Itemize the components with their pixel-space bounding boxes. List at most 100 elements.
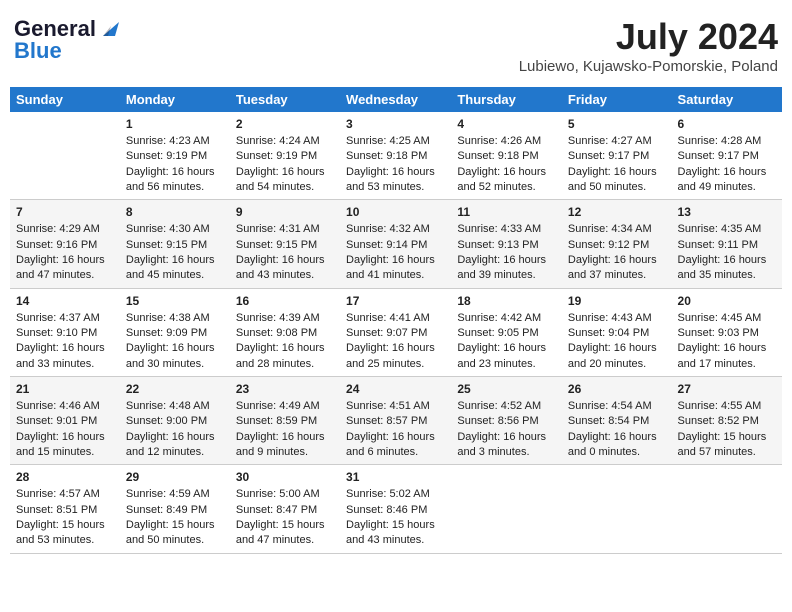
day-number: 31 bbox=[346, 469, 445, 486]
month-title: July 2024 bbox=[519, 16, 778, 58]
day-info: Sunrise: 4:54 AM bbox=[568, 399, 666, 414]
day-info: Sunrise: 4:24 AM bbox=[236, 134, 334, 149]
day-info: Sunrise: 4:48 AM bbox=[126, 399, 224, 414]
logo-bird-icon bbox=[97, 18, 119, 40]
day-number: 3 bbox=[346, 116, 445, 133]
day-info: Sunset: 8:47 PM bbox=[236, 503, 334, 518]
day-info: Sunset: 9:07 PM bbox=[346, 326, 445, 341]
calendar-cell: 12Sunrise: 4:34 AMSunset: 9:12 PMDayligh… bbox=[562, 200, 672, 288]
day-info: Daylight: 16 hours and 12 minutes. bbox=[126, 430, 224, 461]
day-info: Sunrise: 4:32 AM bbox=[346, 222, 445, 237]
day-info: Daylight: 16 hours and 15 minutes. bbox=[16, 430, 114, 461]
calendar-table: SundayMondayTuesdayWednesdayThursdayFrid… bbox=[10, 87, 782, 554]
calendar-cell: 10Sunrise: 4:32 AMSunset: 9:14 PMDayligh… bbox=[340, 200, 451, 288]
day-number: 27 bbox=[678, 381, 776, 398]
day-number: 10 bbox=[346, 204, 445, 221]
day-info: Daylight: 15 hours and 57 minutes. bbox=[678, 430, 776, 461]
day-info: Sunrise: 4:27 AM bbox=[568, 134, 666, 149]
day-info: Daylight: 16 hours and 3 minutes. bbox=[457, 430, 556, 461]
calendar-cell: 3Sunrise: 4:25 AMSunset: 9:18 PMDaylight… bbox=[340, 112, 451, 200]
day-number: 24 bbox=[346, 381, 445, 398]
calendar-cell bbox=[562, 465, 672, 553]
day-info: Daylight: 16 hours and 20 minutes. bbox=[568, 341, 666, 372]
day-number: 15 bbox=[126, 293, 224, 310]
calendar-cell: 2Sunrise: 4:24 AMSunset: 9:19 PMDaylight… bbox=[230, 112, 340, 200]
day-info: Daylight: 15 hours and 47 minutes. bbox=[236, 518, 334, 549]
day-info: Sunset: 8:59 PM bbox=[236, 414, 334, 429]
day-info: Sunset: 9:10 PM bbox=[16, 326, 114, 341]
day-info: Daylight: 16 hours and 56 minutes. bbox=[126, 165, 224, 196]
calendar-cell: 27Sunrise: 4:55 AMSunset: 8:52 PMDayligh… bbox=[672, 377, 782, 465]
day-number: 22 bbox=[126, 381, 224, 398]
day-info: Sunset: 8:56 PM bbox=[457, 414, 556, 429]
day-number: 6 bbox=[678, 116, 776, 133]
calendar-cell: 22Sunrise: 4:48 AMSunset: 9:00 PMDayligh… bbox=[120, 377, 230, 465]
day-info: Sunset: 9:14 PM bbox=[346, 238, 445, 253]
day-info: Sunrise: 5:02 AM bbox=[346, 487, 445, 502]
day-info: Sunrise: 4:42 AM bbox=[457, 311, 556, 326]
day-info: Sunset: 8:51 PM bbox=[16, 503, 114, 518]
calendar-cell: 24Sunrise: 4:51 AMSunset: 8:57 PMDayligh… bbox=[340, 377, 451, 465]
day-info: Daylight: 16 hours and 50 minutes. bbox=[568, 165, 666, 196]
calendar-cell: 5Sunrise: 4:27 AMSunset: 9:17 PMDaylight… bbox=[562, 112, 672, 200]
day-info: Sunrise: 4:46 AM bbox=[16, 399, 114, 414]
day-info: Daylight: 16 hours and 54 minutes. bbox=[236, 165, 334, 196]
day-number: 14 bbox=[16, 293, 114, 310]
day-header-wednesday: Wednesday bbox=[340, 87, 451, 112]
day-info: Daylight: 16 hours and 30 minutes. bbox=[126, 341, 224, 372]
day-info: Sunset: 9:19 PM bbox=[236, 149, 334, 164]
day-number: 28 bbox=[16, 469, 114, 486]
week-row-4: 21Sunrise: 4:46 AMSunset: 9:01 PMDayligh… bbox=[10, 377, 782, 465]
day-info: Sunrise: 4:35 AM bbox=[678, 222, 776, 237]
calendar-cell bbox=[672, 465, 782, 553]
day-info: Sunset: 9:15 PM bbox=[126, 238, 224, 253]
day-info: Sunrise: 4:52 AM bbox=[457, 399, 556, 414]
day-number: 11 bbox=[457, 204, 556, 221]
day-number: 13 bbox=[678, 204, 776, 221]
day-info: Sunset: 9:05 PM bbox=[457, 326, 556, 341]
day-info: Sunset: 8:57 PM bbox=[346, 414, 445, 429]
day-info: Sunrise: 4:51 AM bbox=[346, 399, 445, 414]
day-info: Sunrise: 4:39 AM bbox=[236, 311, 334, 326]
day-number: 9 bbox=[236, 204, 334, 221]
day-info: Sunset: 8:54 PM bbox=[568, 414, 666, 429]
calendar-cell: 15Sunrise: 4:38 AMSunset: 9:09 PMDayligh… bbox=[120, 288, 230, 376]
calendar-cell: 23Sunrise: 4:49 AMSunset: 8:59 PMDayligh… bbox=[230, 377, 340, 465]
calendar-cell: 26Sunrise: 4:54 AMSunset: 8:54 PMDayligh… bbox=[562, 377, 672, 465]
calendar-cell: 8Sunrise: 4:30 AMSunset: 9:15 PMDaylight… bbox=[120, 200, 230, 288]
logo-blue-text: Blue bbox=[14, 38, 62, 64]
day-info: Sunset: 9:17 PM bbox=[678, 149, 776, 164]
calendar-cell: 7Sunrise: 4:29 AMSunset: 9:16 PMDaylight… bbox=[10, 200, 120, 288]
day-number: 23 bbox=[236, 381, 334, 398]
day-info: Daylight: 15 hours and 43 minutes. bbox=[346, 518, 445, 549]
day-number: 2 bbox=[236, 116, 334, 133]
day-info: Sunset: 9:09 PM bbox=[126, 326, 224, 341]
day-info: Daylight: 16 hours and 6 minutes. bbox=[346, 430, 445, 461]
day-info: Sunset: 9:01 PM bbox=[16, 414, 114, 429]
week-row-2: 7Sunrise: 4:29 AMSunset: 9:16 PMDaylight… bbox=[10, 200, 782, 288]
calendar-cell: 9Sunrise: 4:31 AMSunset: 9:15 PMDaylight… bbox=[230, 200, 340, 288]
page-header: General Blue July 2024 Lubiewo, Kujawsko… bbox=[10, 10, 782, 81]
day-info: Sunrise: 4:31 AM bbox=[236, 222, 334, 237]
calendar-cell: 17Sunrise: 4:41 AMSunset: 9:07 PMDayligh… bbox=[340, 288, 451, 376]
day-info: Sunrise: 4:37 AM bbox=[16, 311, 114, 326]
calendar-header-row: SundayMondayTuesdayWednesdayThursdayFrid… bbox=[10, 87, 782, 112]
day-info: Daylight: 16 hours and 28 minutes. bbox=[236, 341, 334, 372]
location: Lubiewo, Kujawsko-Pomorskie, Poland bbox=[519, 58, 778, 75]
calendar-cell: 16Sunrise: 4:39 AMSunset: 9:08 PMDayligh… bbox=[230, 288, 340, 376]
day-number: 12 bbox=[568, 204, 666, 221]
day-info: Daylight: 16 hours and 39 minutes. bbox=[457, 253, 556, 284]
calendar-cell: 29Sunrise: 4:59 AMSunset: 8:49 PMDayligh… bbox=[120, 465, 230, 553]
day-number: 29 bbox=[126, 469, 224, 486]
day-header-monday: Monday bbox=[120, 87, 230, 112]
day-info: Sunrise: 4:55 AM bbox=[678, 399, 776, 414]
day-info: Daylight: 15 hours and 50 minutes. bbox=[126, 518, 224, 549]
day-info: Sunrise: 4:49 AM bbox=[236, 399, 334, 414]
day-info: Daylight: 16 hours and 33 minutes. bbox=[16, 341, 114, 372]
day-info: Sunrise: 4:23 AM bbox=[126, 134, 224, 149]
day-info: Daylight: 15 hours and 53 minutes. bbox=[16, 518, 114, 549]
day-header-sunday: Sunday bbox=[10, 87, 120, 112]
day-number: 1 bbox=[126, 116, 224, 133]
day-info: Daylight: 16 hours and 37 minutes. bbox=[568, 253, 666, 284]
calendar-cell: 19Sunrise: 4:43 AMSunset: 9:04 PMDayligh… bbox=[562, 288, 672, 376]
